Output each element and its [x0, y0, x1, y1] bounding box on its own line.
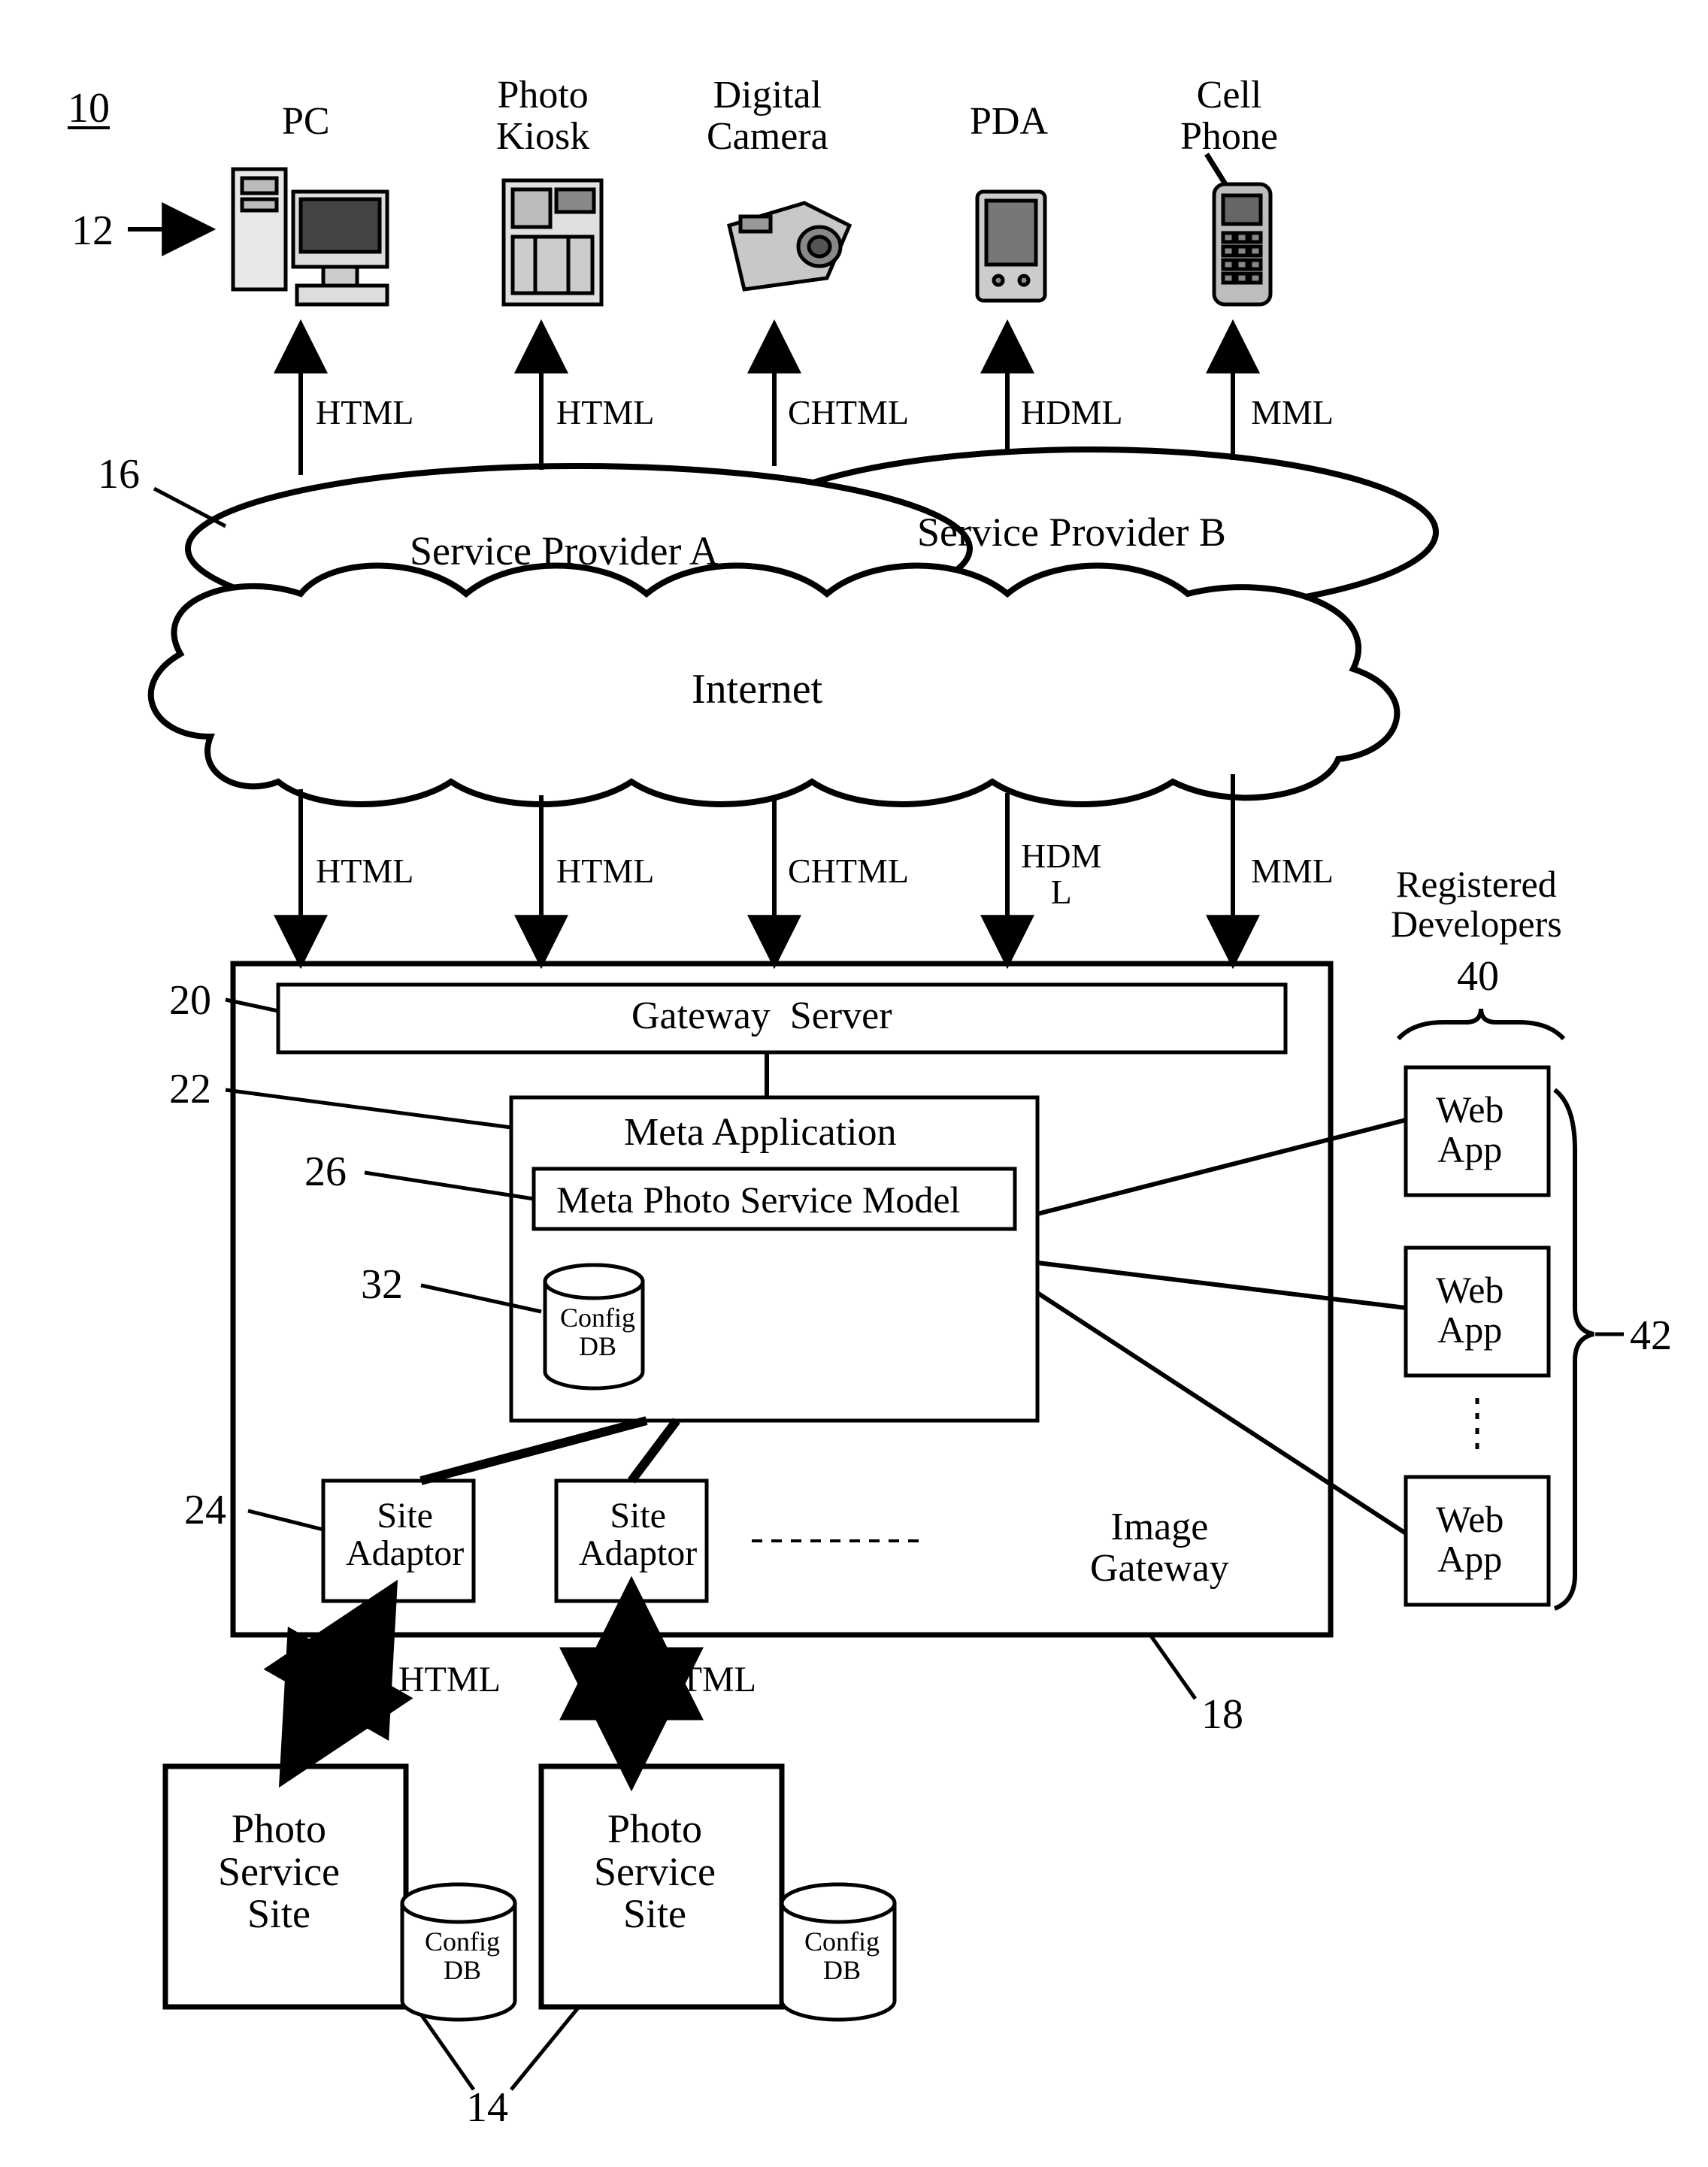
pc-icon: [226, 162, 398, 312]
callout-10: 10: [68, 86, 110, 131]
label-config-db-1: Config DB: [425, 1928, 500, 1985]
callout-22: 22: [169, 1067, 211, 1112]
label-kiosk: Photo Kiosk: [496, 75, 589, 157]
protocol-top-4: MML: [1251, 395, 1334, 431]
diagram-stage: 10 12 16 20 22 26 32 24 18 14 40 42 PC P…: [0, 0, 1708, 2167]
callout-32: 32: [361, 1263, 403, 1307]
callout-20: 20: [169, 979, 211, 1023]
label-site-adaptor-2: Site Adaptor: [579, 1497, 697, 1573]
pda-icon: [970, 184, 1052, 308]
label-sp-b: Service Provider B: [917, 511, 1226, 554]
label-phone: Cell Phone: [1180, 75, 1278, 157]
label-gateway-server: Gateway Server: [631, 996, 892, 1037]
callout-24: 24: [184, 1488, 226, 1533]
protocol-mid-2: CHTML: [788, 853, 909, 889]
label-meta-model: Meta Photo Service Model: [556, 1180, 960, 1220]
label-registered-developers: Registered Developers: [1391, 864, 1562, 943]
label-camera: Digital Camera: [707, 75, 828, 157]
protocol-mid-3: HDM L: [1021, 838, 1101, 911]
protocol-mid-4: MML: [1251, 853, 1334, 889]
camera-icon: [714, 188, 857, 301]
label-pda: PDA: [970, 101, 1048, 143]
protocol-top-0: HTML: [316, 395, 413, 431]
callout-14: 14: [466, 2086, 508, 2130]
callout-16: 16: [98, 452, 140, 497]
protocol-top-1: HTML: [556, 395, 654, 431]
label-meta-app: Meta Application: [624, 1112, 896, 1154]
label-html-bottom-1: HTML: [398, 1661, 501, 1699]
label-internet: Internet: [692, 667, 822, 712]
label-pc: PC: [282, 101, 330, 143]
protocol-mid-0: HTML: [316, 853, 413, 889]
label-config-db-meta: Config DB: [560, 1304, 635, 1361]
protocol-top-3: HDML: [1021, 395, 1122, 431]
label-config-db-2: Config DB: [804, 1928, 880, 1985]
label-photo-site-1: Photo Service Site: [218, 1808, 340, 1935]
protocol-top-2: CHTML: [788, 395, 909, 431]
label-webapp-2: Web App: [1436, 1270, 1504, 1349]
label-html-bottom-2: HTML: [654, 1661, 756, 1699]
label-webapp-3: Web App: [1436, 1500, 1504, 1578]
callout-40: 40: [1457, 955, 1499, 999]
label-image-gateway: Image Gateway: [1090, 1507, 1229, 1589]
callout-26: 26: [304, 1150, 347, 1194]
callout-18: 18: [1201, 1693, 1243, 1737]
label-site-adaptor-1: Site Adaptor: [346, 1497, 464, 1573]
label-webapp-1: Web App: [1436, 1090, 1504, 1169]
protocol-mid-1: HTML: [556, 853, 654, 889]
kiosk-icon: [496, 173, 609, 312]
label-sp-a: Service Provider A: [410, 530, 719, 573]
callout-42: 42: [1630, 1314, 1672, 1358]
phone-icon: [1184, 150, 1282, 312]
label-photo-site-2: Photo Service Site: [594, 1808, 716, 1935]
callout-12: 12: [71, 209, 114, 253]
